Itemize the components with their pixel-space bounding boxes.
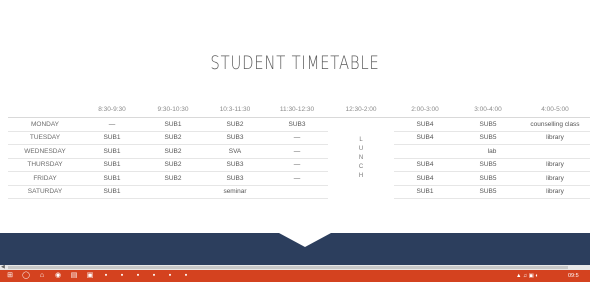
- timetable-cell: —: [266, 131, 328, 145]
- header-time-slot: 11:30-12:30: [266, 101, 328, 118]
- timetable-cell: SUB1: [394, 185, 456, 199]
- scrollbar-thumb[interactable]: [8, 266, 568, 269]
- timetable-cell: SUB2: [142, 171, 204, 186]
- timetable-cell: —: [266, 144, 328, 159]
- header-time-slot: 8:30-9:30: [82, 101, 142, 118]
- chrome-icon[interactable]: ◉: [54, 272, 62, 280]
- timetable-cell: counselling class: [520, 117, 590, 132]
- search-icon[interactable]: ◯: [22, 272, 30, 280]
- lunch-letter: H: [358, 172, 364, 179]
- timetable-cell: seminar: [142, 185, 328, 199]
- folder-icon[interactable]: ▤: [70, 272, 78, 280]
- app-icon[interactable]: ▪: [118, 272, 126, 280]
- timetable-cell: SUB3: [204, 171, 266, 186]
- timetable-cell: library: [520, 185, 590, 199]
- header-time-slot: 9:30-10:30: [142, 101, 204, 118]
- table-row: WEDNESDAY SUB1 SUB2 SVA — lab: [8, 144, 590, 159]
- app-icon[interactable]: ▪: [134, 272, 142, 280]
- timetable: 8:30-9:30 9:30-10:30 10:3-11:30 11:30-12:30…: [8, 101, 590, 199]
- timetable-cell: SUB2: [142, 144, 204, 159]
- timetable-cell: SUB2: [204, 117, 266, 132]
- header-time-slot: 4:00-5:00: [520, 101, 590, 118]
- lunch-letter: C: [358, 163, 364, 170]
- store-icon[interactable]: ▣: [86, 272, 94, 280]
- header-time-slot: 3:00-4:00: [456, 101, 520, 118]
- day-label: THURSDAY: [8, 158, 82, 172]
- day-label: MONDAY: [8, 117, 82, 132]
- day-label: WEDNESDAY: [8, 144, 82, 159]
- header-day: [8, 101, 82, 118]
- header-time-slot: 10:3-11:30: [204, 101, 266, 118]
- day-label: SATURDAY: [8, 185, 82, 199]
- clock: 09:5: [568, 273, 579, 279]
- header-time-slot: 2:00-3:00: [394, 101, 456, 118]
- timetable-cell: SUB5: [456, 131, 520, 145]
- timetable-cell: SUB1: [142, 117, 204, 132]
- app-icon[interactable]: ▪: [102, 272, 110, 280]
- timetable-cell: SUB5: [456, 117, 520, 132]
- timetable-header: 8:30-9:30 9:30-10:30 10:3-11:30 11:30-12:30…: [8, 101, 590, 118]
- lunch-letter: L: [359, 136, 363, 143]
- timetable-cell: SUB4: [394, 158, 456, 172]
- timetable-cell: SUB5: [456, 185, 520, 199]
- timetable-cell: SUB1: [82, 131, 142, 145]
- app-icon[interactable]: ▪: [150, 272, 158, 280]
- timetable-cell: lab: [394, 144, 590, 159]
- timetable-cell: —: [82, 117, 142, 132]
- timetable-cell: —: [266, 158, 328, 172]
- header-time-slot: 12:30-2:00: [328, 101, 394, 118]
- timetable-cell: SUB4: [394, 131, 456, 145]
- timetable-cell: SUB2: [142, 158, 204, 172]
- table-row: MONDAY — SUB1 SUB2 SUB3 L U N C H SUB4 SUB5 counsell…: [8, 117, 590, 179]
- timetable-cell: SUB4: [394, 171, 456, 186]
- timetable-cell: SVA: [204, 144, 266, 159]
- timetable-cell: SUB1: [82, 171, 142, 186]
- timetable-cell: SUB5: [456, 171, 520, 186]
- timetable-cell: SUB3: [204, 158, 266, 172]
- timetable-cell: SUB1: [82, 158, 142, 172]
- system-tray-icons[interactable]: ▲ ♫ ▣ ◐: [516, 272, 539, 280]
- timetable-cell: SUB3: [204, 131, 266, 145]
- timetable-cell: SUB1: [82, 144, 142, 159]
- timetable-cell: SUB2: [142, 131, 204, 145]
- timetable-cell: SUB4: [394, 117, 456, 132]
- timetable-cell: library: [520, 171, 590, 186]
- windows-start-icon[interactable]: ⊞: [6, 272, 14, 280]
- timetable-cell: library: [520, 158, 590, 172]
- lunch-column: LUNCH: [328, 118, 394, 199]
- page-title: STUDENT TIMETABLE: [210, 52, 380, 74]
- timetable-cell: SUB1: [82, 185, 142, 199]
- home-icon[interactable]: ⌂: [38, 272, 46, 280]
- table-row: FRIDAY SUB1 SUB2 SUB3— SUB4 SUB5 library: [8, 171, 590, 186]
- timetable-cell: SUB5: [456, 158, 520, 172]
- timetable-cell: library: [520, 131, 590, 145]
- day-label: FRIDAY: [8, 171, 82, 186]
- app-icon[interactable]: ▪: [166, 272, 174, 280]
- lunch-letter: U: [358, 145, 364, 152]
- table-row: THURSDAY SUB1 SUB2 SUB3— SUB4 SUB5 library: [8, 158, 590, 172]
- timetable-cell: SUB3: [266, 117, 328, 132]
- taskbar: ▲ ♫ ▣ ◐ 09:5 ⊞ ◯ ⌂ ◉ ▤ ▣ ▪ ▪ ▪ ▪ ▪ ▪: [0, 270, 590, 282]
- banner-notch: [279, 233, 331, 247]
- timetable-cell: —: [266, 171, 328, 186]
- day-label: TUESDAY: [8, 131, 82, 145]
- table-row: TUESDAY SUB1 SUB2 SUB3— SUB4 SUB5 library: [8, 131, 590, 145]
- app-icon[interactable]: ▪: [182, 272, 190, 280]
- table-row: SATURDAY SUB1 seminar SUB1 SUB5 library: [8, 185, 590, 199]
- lunch-letter: N: [358, 154, 364, 161]
